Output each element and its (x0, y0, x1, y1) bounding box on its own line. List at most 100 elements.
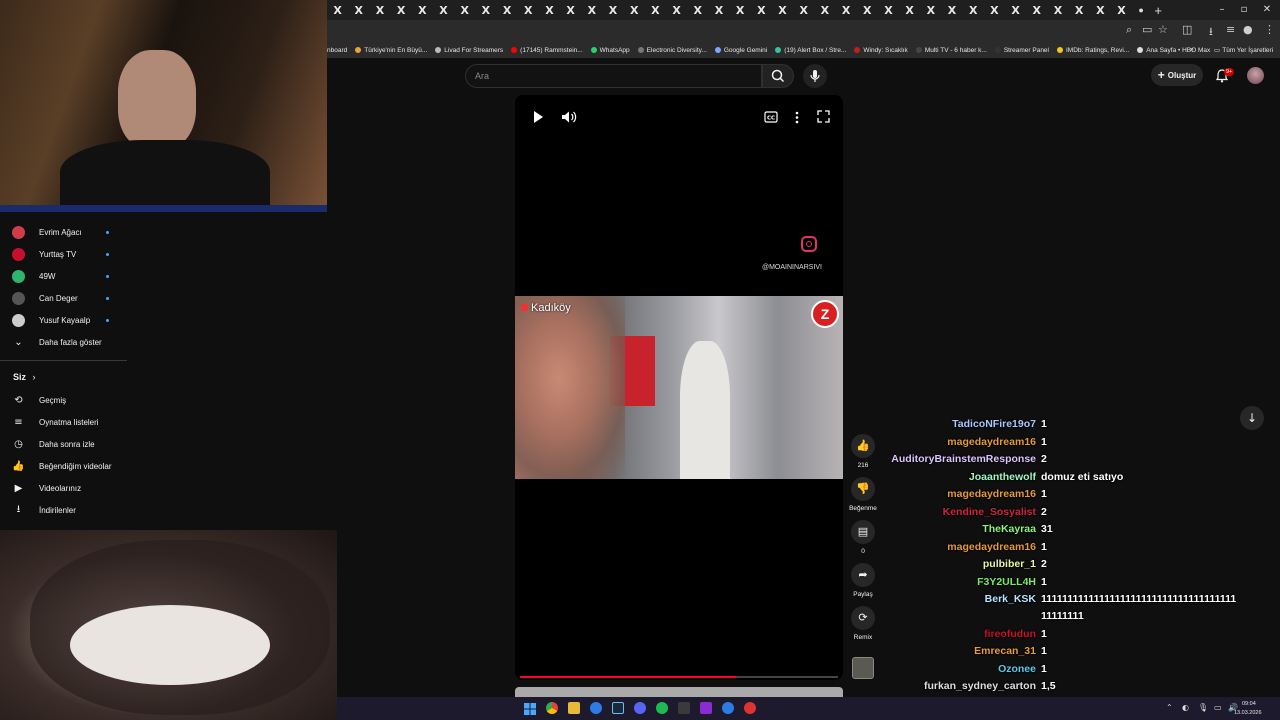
sidebar-item-history[interactable]: ⟲ Geçmiş (0, 389, 127, 411)
tab-close-icon[interactable]: X (1090, 4, 1111, 17)
sidebar-item-evrim-agaci[interactable]: Evrim Ağacı (0, 221, 127, 243)
tab-close-icon[interactable]: X (454, 4, 475, 17)
tray-app-icon[interactable]: ◐ (1182, 703, 1189, 712)
all-bookmarks-link[interactable]: ▭ Tüm Yer İşaretleri (1214, 46, 1273, 54)
tab-close-icon[interactable]: X (836, 4, 857, 17)
cast-icon[interactable]: ▭ (1142, 23, 1152, 36)
tab-close-icon[interactable]: X (645, 4, 666, 17)
bookmark-item[interactable]: IMDb: Ratings, Revi... (1057, 47, 1129, 54)
sidebar-item-49w[interactable]: 49W (0, 265, 127, 287)
tab-close-icon[interactable]: X (412, 4, 433, 17)
browser-menu-icon[interactable]: ⋮ (1264, 23, 1275, 36)
fullscreen-icon[interactable] (817, 110, 830, 123)
bookmark-item[interactable]: Electronic Diversity... (637, 47, 707, 54)
account-avatar[interactable] (1247, 67, 1264, 84)
tab-close-icon[interactable]: X (475, 4, 496, 17)
tab-close-icon[interactable]: X (1069, 4, 1090, 17)
download-icon[interactable]: ⭳ (1209, 23, 1213, 42)
bookmark-item[interactable]: Multi TV - 6 haber k... (915, 47, 987, 54)
bookmark-star-icon[interactable]: ☆ (1158, 23, 1168, 36)
bookmark-item[interactable]: Streamer Panel (994, 47, 1049, 54)
show-more-button[interactable]: ⌄ Daha fazla göster (0, 331, 127, 353)
tray-network-icon[interactable]: ▭ (1214, 703, 1222, 712)
address-bar[interactable]: ⌕ ▭ ☆ ◫ ⭳ ≡ ● ⋮ (327, 20, 1280, 42)
bookmark-item[interactable]: (19) Alert Box / Stre... (775, 47, 846, 54)
tab-close-icon[interactable]: X (984, 4, 1005, 17)
tab-close-icon[interactable]: X (518, 4, 539, 17)
tab-close-icon[interactable]: X (327, 4, 348, 17)
tab-close-icon[interactable]: X (497, 4, 518, 17)
chat-username[interactable]: pulbiber_1 (983, 558, 1036, 570)
chat-username[interactable]: Berk_KSK (985, 593, 1036, 605)
tab-close-icon[interactable]: X (857, 4, 878, 17)
captions-icon[interactable]: CC (764, 111, 778, 123)
voice-search-button[interactable] (803, 64, 827, 88)
chat-username[interactable]: Kendine_Sosyalist (943, 506, 1036, 518)
chat-username[interactable]: AuditoryBrainstemResponse (891, 453, 1036, 465)
tab-close-icon[interactable]: X (391, 4, 412, 17)
chat-username[interactable]: Ozonee (998, 663, 1036, 675)
tab-close-icon[interactable]: X (1111, 4, 1132, 17)
tab-close-icon[interactable]: X (666, 4, 687, 17)
bookmark-item[interactable]: WhatsApp (590, 47, 630, 54)
tab-close-icon[interactable]: X (369, 4, 390, 17)
chat-username[interactable]: magedaydream16 (947, 436, 1036, 448)
tab-close-icon[interactable]: X (899, 4, 920, 17)
sidebar-item-yusuf-kayaalp[interactable]: Yusuf Kayaalp (0, 309, 127, 331)
app-icon[interactable] (744, 702, 756, 714)
chat-username[interactable]: TheKayraa (982, 523, 1036, 535)
edge-icon[interactable] (590, 702, 602, 714)
tab-close-icon[interactable]: X (941, 4, 962, 17)
extensions-icon[interactable]: ◫ (1182, 23, 1192, 36)
tab-close-icon[interactable]: X (1005, 4, 1026, 17)
calculator-icon[interactable] (678, 702, 690, 714)
spotify-icon[interactable] (656, 702, 668, 714)
file-explorer-icon[interactable] (568, 702, 580, 714)
app-icon[interactable] (700, 702, 712, 714)
tab-close-icon[interactable]: X (1026, 4, 1047, 17)
tab-close-icon[interactable]: X (624, 4, 645, 17)
you-section-heading[interactable]: Siz › (13, 372, 36, 382)
media-icon[interactable]: ≡ (1226, 23, 1235, 36)
bookmark-item[interactable]: Windy: Sıcaklık (854, 47, 908, 54)
volume-icon[interactable] (561, 110, 577, 124)
zoom-icon[interactable]: ⌕ (1126, 23, 1132, 37)
tab-close-icon[interactable]: X (772, 4, 793, 17)
minimize-button[interactable]: – (1211, 0, 1233, 20)
close-window-button[interactable]: ✕ (1256, 0, 1278, 20)
app-icon[interactable] (722, 702, 734, 714)
chat-username[interactable]: furkan_sydney_carton (924, 680, 1036, 692)
tab-close-icon[interactable]: X (1047, 4, 1068, 17)
sidebar-item-yurttas-tv[interactable]: Yurttaş TV (0, 243, 127, 265)
clock-date[interactable]: 13.03.2026 (1234, 710, 1262, 716)
chat-username[interactable]: magedaydream16 (947, 541, 1036, 553)
chat-username[interactable]: F3Y2ULL4H (977, 576, 1036, 588)
start-menu-icon[interactable] (524, 702, 536, 715)
bookmark-item[interactable]: Türkiye'nin En Büyü... (355, 47, 427, 54)
sidebar-item-can-deger[interactable]: Can Deger (0, 287, 127, 309)
bookmark-item[interactable]: (17145) Rammstein... (511, 47, 583, 54)
tab-close-icon[interactable]: X (560, 4, 581, 17)
tab-close-icon[interactable]: X (878, 4, 899, 17)
play-icon[interactable] (531, 110, 545, 124)
tab-close-icon[interactable]: X (433, 4, 454, 17)
chat-username[interactable]: magedaydream16 (947, 488, 1036, 500)
chat-username[interactable]: TadicoNFire19o7 (952, 418, 1036, 430)
tab-close-icon[interactable]: X (348, 4, 369, 17)
chat-username[interactable]: Joaanthewolf (969, 471, 1036, 483)
tab-close-icon[interactable]: X (581, 4, 602, 17)
tab-close-icon[interactable]: X (793, 4, 814, 17)
chrome-icon[interactable] (546, 702, 558, 714)
chat-username[interactable]: fireofudun (984, 628, 1036, 640)
steam-icon[interactable] (612, 702, 624, 714)
chat-username[interactable]: Emrecan_31 (974, 645, 1036, 657)
bookmark-item[interactable]: Google Gemini (714, 47, 767, 54)
tab-close-icon[interactable]: X (602, 4, 623, 17)
tab-close-icon[interactable]: X (963, 4, 984, 17)
search-button[interactable] (762, 64, 794, 88)
discord-icon[interactable] (634, 702, 646, 714)
tray-chevron-icon[interactable]: ⌃ (1166, 703, 1173, 712)
tab-close-icon[interactable]: X (751, 4, 772, 17)
profile-icon[interactable]: ● (1243, 23, 1253, 36)
search-input[interactable]: Ara (465, 64, 762, 88)
